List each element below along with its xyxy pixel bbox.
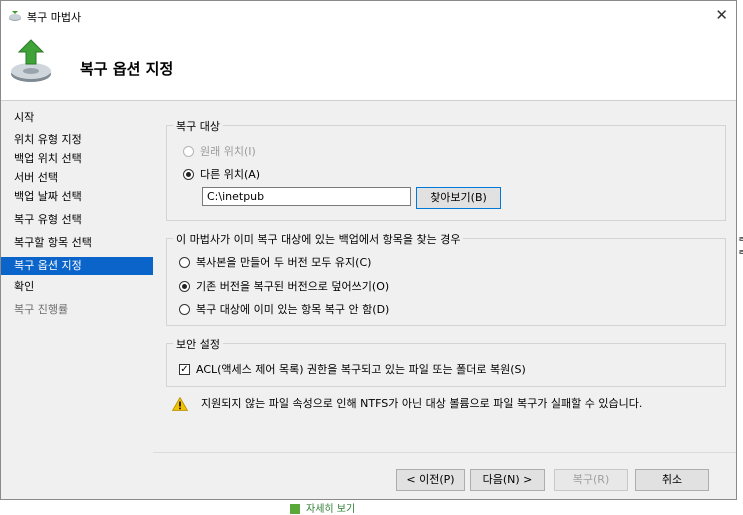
back-button[interactable]: < 이전(P) [396,469,465,491]
conflict-handling-legend: 이 마법사가 이미 복구 대상에 있는 백업에서 항목을 찾는 경우 [173,231,464,247]
original-location-radio-circle[interactable] [183,145,194,157]
wizard-header: 복구 옵션 지정 [1,31,736,101]
wizard-content: 복구 대상 원래 위치(I) 다른 위치(A) C:\inetpub 찾아보기(… [153,101,736,499]
backup-app-icon [9,11,21,21]
recovery-wizard-icon [11,39,51,82]
background-window-link: 자세히 보기 [290,500,355,515]
nav-step-location-type: 위치 유형 지정 [14,133,82,146]
warning-text: 지원되지 않는 파일 속성으로 인해 NTFS가 아닌 대상 볼륨으로 파일 복… [201,397,643,410]
keep-both-versions-radio-circle[interactable] [179,256,190,268]
nav-step-backup-date: 백업 날짜 선택 [14,190,82,203]
nav-step-confirmation: 확인 [14,280,35,293]
close-icon[interactable]: ✕ [715,6,728,24]
cancel-button[interactable]: 취소 [635,469,709,491]
nav-step-server: 서버 선택 [14,171,58,184]
overwrite-existing-radio-circle[interactable] [179,280,190,292]
conflict-handling-group: 이 마법사가 이미 복구 대상에 있는 백업에서 항목을 찾는 경우 복사본을 … [166,231,726,326]
other-location-label: 다른 위치(A) [200,168,261,181]
background-app-icon [290,504,300,514]
restore-acl-checkbox[interactable]: ✓ ACL(액세스 제어 목록) 권한을 복구되고 있는 파일 또는 폴더로 복… [179,361,526,377]
other-location-radio[interactable]: 다른 위치(A) [183,166,260,182]
next-button[interactable]: 다음(N) > [470,469,545,491]
nav-step-recovery-options: 복구 옵션 지정 [1,257,153,275]
window-title: 복구 마법사 [27,11,82,24]
skip-existing-radio[interactable]: 복구 대상에 이미 있는 항목 복구 안 함(D) [179,301,389,317]
original-location-label: 원래 위치(I) [200,145,256,158]
overwrite-existing-radio[interactable]: 기존 버전을 복구된 버전으로 덮어쓰기(O) [179,278,389,294]
skip-existing-radio-circle[interactable] [179,303,190,315]
browse-button[interactable]: 찾아보기(B) [416,187,501,209]
nav-step-items: 복구할 항목 선택 [14,236,92,249]
recovery-wizard-dialog: 복구 마법사 ✕ 복구 옵션 지정 시작 위치 유형 지정 백업 위치 선택 서… [0,0,737,500]
restore-acl-checkmark-icon[interactable]: ✓ [179,363,190,375]
recovery-target-group: 복구 대상 원래 위치(I) 다른 위치(A) C:\inetpub 찾아보기(… [166,118,726,221]
background-window-edge: ᄅᄅ [738,237,743,261]
background-link-text: 자세히 보기 [306,504,356,515]
recover-button[interactable]: 복구(R) [554,469,628,491]
security-settings-legend: 보안 설정 [173,336,223,352]
title-bar[interactable]: 복구 마법사 ✕ [1,1,736,31]
warning-icon [172,397,188,411]
skip-existing-label: 복구 대상에 이미 있는 항목 복구 안 함(D) [196,303,390,316]
other-location-radio-circle[interactable] [183,168,194,180]
wizard-steps-nav: 시작 위치 유형 지정 백업 위치 선택 서버 선택 백업 날짜 선택 복구 유… [1,101,153,499]
nav-step-recovery-type: 복구 유형 선택 [14,213,82,226]
keep-both-versions-radio[interactable]: 복사본을 만들어 두 버전 모두 유지(C) [179,254,371,270]
footer-divider [153,452,736,453]
keep-both-versions-label: 복사본을 만들어 두 버전 모두 유지(C) [196,256,372,269]
restore-acl-label: ACL(액세스 제어 목록) 권한을 복구되고 있는 파일 또는 폴더로 복원(… [196,363,526,376]
original-location-radio[interactable]: 원래 위치(I) [183,143,256,159]
security-settings-group: 보안 설정 ✓ ACL(액세스 제어 목록) 권한을 복구되고 있는 파일 또는… [166,336,726,387]
target-path-input[interactable]: C:\inetpub [202,187,411,206]
nav-step-backup-location: 백업 위치 선택 [14,152,82,165]
overwrite-existing-label: 기존 버전을 복구된 버전으로 덮어쓰기(O) [196,280,390,293]
page-title: 복구 옵션 지정 [80,60,174,78]
nav-step-progress: 복구 진행률 [14,303,69,316]
recovery-target-legend: 복구 대상 [173,118,223,134]
nav-step-start: 시작 [14,111,35,124]
